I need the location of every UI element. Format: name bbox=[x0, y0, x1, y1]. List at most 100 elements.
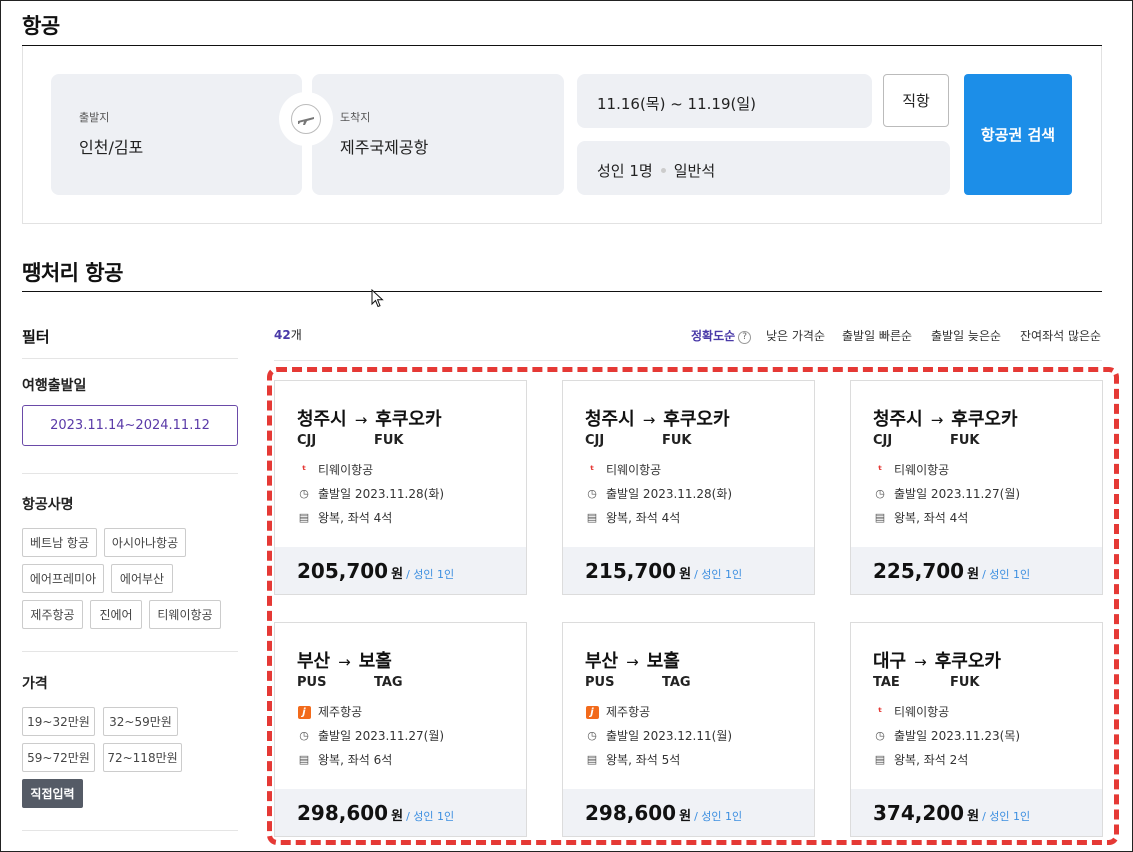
travel-date-label: 여행출발일 bbox=[22, 378, 87, 394]
arrow-right-icon: → bbox=[642, 411, 656, 429]
destination-city: 후쿠오카 bbox=[663, 409, 730, 430]
filter-divider bbox=[22, 358, 238, 359]
destination-city: 보홀 bbox=[358, 651, 392, 672]
price-bar: 215,700 원 / 성인 1인 bbox=[563, 547, 814, 594]
departure-field[interactable]: 출발지 인천/김포 bbox=[51, 74, 302, 195]
sort-late-departure[interactable]: 출발일 늦은순 bbox=[931, 327, 1001, 344]
swap-route-button[interactable] bbox=[279, 92, 333, 146]
deal-card[interactable]: 청주시 → 후쿠오카 CJJ FUK ᵗ 티웨이항공 ◷ 출발일 2023.11.27(월) ▤ 왕… bbox=[850, 380, 1103, 595]
deal-card[interactable]: 부산 → 보홀 PUS TAG j 제주항공 ◷ 출발일 2023.12.11(월) ▤ 왕복, 좌… bbox=[562, 622, 815, 837]
direct-flight-button[interactable]: 직항 bbox=[883, 74, 949, 127]
price-currency: 원 bbox=[967, 809, 980, 824]
airline-row: ᵗ 티웨이항공 bbox=[297, 461, 374, 478]
date-range-field[interactable]: 11.16(목) ~ 11.19(일) bbox=[577, 74, 872, 128]
deal-card[interactable]: 청주시 → 후쿠오카 CJJ FUK ᵗ 티웨이항공 ◷ 출발일 2023.11.28(화) ▤ 왕… bbox=[274, 380, 527, 595]
filter-title: 필터 bbox=[22, 328, 50, 346]
result-count: 42개 bbox=[274, 326, 302, 343]
arrow-right-icon: → bbox=[930, 411, 944, 429]
seat-info: 왕복, 좌석 2석 bbox=[894, 753, 969, 767]
custom-price-button[interactable]: 직접입력 bbox=[22, 779, 83, 808]
passenger-field[interactable]: 성인 1명 일반석 bbox=[577, 141, 950, 195]
help-icon[interactable]: ? bbox=[738, 331, 752, 344]
destination-city: 후쿠오카 bbox=[951, 409, 1018, 430]
arrow-right-icon: → bbox=[338, 653, 351, 671]
origin-code: PUS bbox=[297, 675, 327, 690]
departure-row: ◷ 출발일 2023.11.28(화) bbox=[297, 485, 444, 502]
route-title: 청주시 → 후쿠오카 bbox=[585, 405, 730, 431]
arrival-field[interactable]: 도착지 제주국제공항 bbox=[312, 74, 564, 195]
departure-value: 인천/김포 bbox=[79, 138, 144, 157]
seats-row: ▤ 왕복, 좌석 4석 bbox=[873, 509, 968, 526]
arrival-label: 도착지 bbox=[340, 111, 371, 124]
seats-row: ▤ 왕복, 좌석 6석 bbox=[297, 751, 392, 768]
document-icon: ▤ bbox=[874, 753, 886, 766]
airline-chip[interactable]: 에어부산 bbox=[111, 564, 173, 593]
price-chip[interactable]: 32~59만원 bbox=[103, 707, 178, 736]
seats-row: ▤ 왕복, 좌석 5석 bbox=[585, 751, 680, 768]
price-currency: 원 bbox=[391, 809, 404, 824]
airline-name: 티웨이항공 bbox=[606, 463, 662, 477]
price-per-person: / 성인 1인 bbox=[982, 568, 1031, 581]
airline-chip[interactable]: 제주항공 bbox=[22, 600, 83, 629]
deal-card[interactable]: 부산 → 보홀 PUS TAG j 제주항공 ◷ 출발일 2023.11.27(월) ▤ 왕복, 좌… bbox=[274, 622, 527, 837]
airline-name: 제주항공 bbox=[318, 705, 363, 719]
destination-city: 후쿠오카 bbox=[934, 651, 1001, 672]
price-bar: 205,700 원 / 성인 1인 bbox=[275, 547, 526, 594]
origin-city: 부산 bbox=[297, 651, 331, 672]
deal-card[interactable]: 청주시 → 후쿠오카 CJJ FUK ᵗ 티웨이항공 ◷ 출발일 2023.11.28(화) ▤ 왕… bbox=[562, 380, 815, 595]
airport-codes: TAE FUK bbox=[873, 675, 1027, 690]
route-title: 청주시 → 후쿠오카 bbox=[873, 405, 1018, 431]
result-count-unit: 개 bbox=[290, 328, 302, 342]
departure-row: ◷ 출발일 2023.11.28(화) bbox=[585, 485, 732, 502]
airline-chip[interactable]: 베트남 항공 bbox=[22, 528, 97, 557]
destination-code: TAG bbox=[374, 675, 403, 690]
origin-city: 청주시 bbox=[585, 409, 635, 430]
filter-divider bbox=[22, 830, 238, 831]
sort-early-departure[interactable]: 출발일 빠른순 bbox=[842, 327, 912, 344]
departure-row: ◷ 출발일 2023.11.23(목) bbox=[873, 727, 1020, 744]
jejuair-logo-icon: j bbox=[297, 705, 311, 719]
price-filter-label: 가격 bbox=[22, 676, 48, 692]
price-per-person: / 성인 1인 bbox=[982, 810, 1031, 823]
airline-chip[interactable]: 에어프레미아 bbox=[22, 564, 104, 593]
sort-accuracy-label: 정확도순 bbox=[691, 329, 736, 343]
travel-date-range-button[interactable]: 2023.11.14~2024.11.12 bbox=[22, 405, 238, 446]
clock-icon: ◷ bbox=[875, 487, 885, 500]
airport-codes: CJJ FUK bbox=[297, 433, 451, 448]
seats-row: ▤ 왕복, 좌석 2석 bbox=[873, 751, 968, 768]
destination-code: FUK bbox=[374, 433, 404, 448]
airline-chip[interactable]: 진에어 bbox=[90, 600, 142, 629]
document-icon: ▤ bbox=[586, 511, 598, 524]
flight-section-title: 항공 bbox=[22, 14, 60, 38]
airline-row: ᵗ 티웨이항공 bbox=[873, 461, 950, 478]
airline-chip[interactable]: 아시아나항공 bbox=[104, 528, 186, 557]
departure-row: ◷ 출발일 2023.11.27(월) bbox=[873, 485, 1020, 502]
price: 298,600 원 / 성인 1인 bbox=[585, 801, 742, 825]
price-chip[interactable]: 19~32만원 bbox=[22, 707, 95, 736]
search-flights-button[interactable]: 항공권 검색 bbox=[964, 74, 1072, 195]
price-chip[interactable]: 72~118만원 bbox=[103, 743, 182, 772]
destination-code: FUK bbox=[950, 675, 980, 690]
departure-row: ◷ 출발일 2023.12.11(월) bbox=[585, 727, 732, 744]
origin-city: 부산 bbox=[585, 651, 619, 672]
price-currency: 원 bbox=[679, 567, 692, 582]
airline-chip[interactable]: 티웨이항공 bbox=[149, 600, 221, 629]
clock-icon: ◷ bbox=[875, 729, 885, 742]
clock-icon: ◷ bbox=[587, 487, 597, 500]
price-amount: 205,700 bbox=[297, 559, 389, 583]
tway-logo-icon: ᵗ bbox=[877, 462, 883, 477]
airline-row: j 제주항공 bbox=[585, 703, 650, 720]
sort-accuracy[interactable]: 정확도순? bbox=[691, 327, 752, 344]
seats-row: ▤ 왕복, 좌석 4석 bbox=[585, 509, 680, 526]
list-divider bbox=[274, 360, 1102, 361]
seat-info: 왕복, 좌석 4석 bbox=[606, 511, 681, 525]
airplane-icon bbox=[291, 104, 321, 134]
sort-low-price[interactable]: 낮은 가격순 bbox=[766, 327, 825, 344]
price-amount: 374,200 bbox=[873, 801, 965, 825]
price-chip[interactable]: 59~72만원 bbox=[22, 743, 95, 772]
deal-card[interactable]: 대구 → 후쿠오카 TAE FUK ᵗ 티웨이항공 ◷ 출발일 2023.11.23(목) ▤ 왕복… bbox=[850, 622, 1103, 837]
sort-most-seats[interactable]: 잔여좌석 많은순 bbox=[1020, 327, 1101, 344]
tway-logo-icon: ᵗ bbox=[877, 704, 883, 719]
result-count-number: 42 bbox=[274, 328, 291, 342]
seat-info: 왕복, 좌석 4석 bbox=[894, 511, 969, 525]
